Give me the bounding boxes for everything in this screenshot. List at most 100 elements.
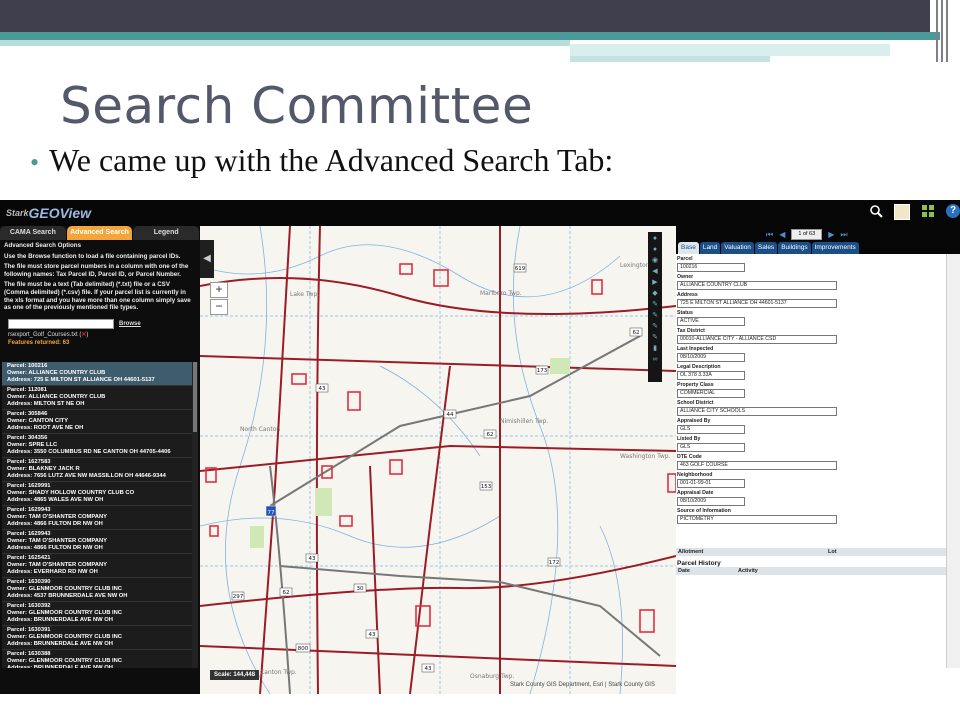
app-header: Stark GEOView ? bbox=[0, 200, 960, 226]
result-row[interactable]: Parcel: 1630388 Owner: GLENMOOR COUNTRY C… bbox=[2, 650, 192, 668]
result-row[interactable]: Parcel: 1629943 Owner: TAM O'SHANTER COMP… bbox=[2, 530, 192, 554]
grid-icon[interactable] bbox=[920, 204, 936, 220]
record-field-value[interactable]: 463 GOLF COURSE bbox=[677, 461, 837, 470]
record-field-value[interactable]: OL 378 3.33A bbox=[677, 371, 745, 380]
result-row[interactable]: Parcel: 304356 Owner: SPRE LLC Address: 35… bbox=[2, 434, 192, 458]
result-owner: Owner: GLENMOOR COUNTRY CLUB INC bbox=[7, 634, 122, 640]
record-field-value[interactable]: GLS bbox=[677, 425, 745, 434]
map-label-north-canton: North Canton bbox=[240, 426, 280, 433]
record-field-label: Status bbox=[677, 310, 693, 316]
route-shield: 619 bbox=[515, 266, 526, 272]
record-field-value[interactable]: 100216 bbox=[677, 263, 745, 272]
logo-prefix: Stark bbox=[6, 208, 29, 218]
zoom-in-button[interactable]: + bbox=[210, 282, 228, 298]
result-row[interactable]: Parcel: 1629943 Owner: TAM O'SHANTER COMP… bbox=[2, 506, 192, 530]
forward-arrow-icon[interactable]: ▶ bbox=[650, 279, 660, 287]
result-owner: Owner: TAM O'SHANTER COMPANY bbox=[7, 514, 108, 520]
last-record-icon[interactable]: ⏭ bbox=[840, 230, 847, 240]
record-field-value[interactable]: ALLIANCE CITY SCHOOLS bbox=[677, 407, 837, 416]
prev-record-icon[interactable]: ◀ bbox=[779, 230, 785, 239]
record-field: Status ACTIVE bbox=[676, 310, 946, 326]
tab-legend[interactable]: Legend bbox=[133, 226, 200, 240]
file-path-input[interactable] bbox=[8, 318, 114, 329]
tab-land[interactable]: Land bbox=[699, 242, 721, 254]
zoom-out-button[interactable]: − bbox=[210, 299, 228, 315]
results-scrollbar[interactable] bbox=[192, 362, 198, 668]
bullet-dot-icon: • bbox=[30, 148, 40, 177]
slide-title: Search Committee bbox=[60, 77, 534, 135]
draw-tool-icon[interactable]: ✎ bbox=[650, 323, 660, 331]
zoom-in-tool-icon[interactable]: ● bbox=[650, 235, 660, 243]
globe-icon[interactable]: ◉ bbox=[650, 257, 660, 265]
result-row[interactable]: Parcel: 1630392 Owner: GLENMOOR COUNTRY C… bbox=[2, 602, 192, 626]
record-scrollbar[interactable] bbox=[946, 254, 960, 668]
print-tool-icon[interactable]: ▮ bbox=[650, 345, 660, 353]
result-address: Address: EVERHARD RD NW OH bbox=[7, 569, 98, 575]
record-field: Appraisal Date 08/10/2009 bbox=[676, 490, 946, 506]
record-field: Tax District 00010-ALLIANCE CITY - ALLIAN… bbox=[676, 328, 946, 344]
image-icon[interactable] bbox=[894, 204, 910, 220]
identify-tool-icon[interactable]: ✎ bbox=[650, 312, 660, 320]
result-row[interactable]: Parcel: 1630391 Owner: GLENMOOR COUNTRY C… bbox=[2, 626, 192, 650]
date-column[interactable]: Date bbox=[678, 568, 738, 574]
instructions-p1: Use the Browse function to load a file c… bbox=[4, 252, 181, 260]
record-pager: ⏮ ◀ 1 of 63 ▶ ⏭ bbox=[766, 229, 848, 240]
link-tool-icon[interactable]: ∞ bbox=[650, 356, 660, 364]
zoom-out-tool-icon[interactable]: ● bbox=[650, 246, 660, 254]
map-scale: Scale: 144,448 bbox=[210, 670, 260, 680]
map-toolbar: ● ● ◉ ◀ ▶ ◆ ✎ ✎ ✎ ✎ ▮ ∞ bbox=[648, 232, 662, 382]
record-field-value[interactable]: 08/10/2009 bbox=[677, 497, 745, 506]
first-record-icon[interactable]: ⏮ bbox=[766, 230, 773, 240]
map-view[interactable]: Marlboro Twp. Lake Twp. Lexington North … bbox=[200, 226, 676, 694]
remove-file-icon[interactable]: ✕ bbox=[81, 332, 86, 338]
results-scrollbar-thumb[interactable] bbox=[193, 362, 197, 432]
parcel-history-title: Parcel History bbox=[677, 560, 721, 567]
browse-row: Browse bbox=[0, 318, 200, 329]
slide-bullet: • We came up with the Advanced Search Tab… bbox=[30, 142, 613, 179]
result-parcel: Parcel: 304356 bbox=[7, 435, 48, 441]
record-field-value[interactable]: ALLIANCE COUNTRY CLUB bbox=[677, 281, 837, 290]
record-field: Address 725 E MILTON ST ALLIANCE OH 44601… bbox=[676, 292, 946, 308]
tab-base[interactable]: Base bbox=[678, 242, 699, 254]
back-arrow-icon[interactable]: ◀ bbox=[650, 268, 660, 276]
result-row[interactable]: Parcel: 1627583 Owner: BLAKNEY JACK R Addr… bbox=[2, 458, 192, 482]
tab-cama-search[interactable]: CAMA Search bbox=[0, 226, 66, 240]
tab-improvements[interactable]: Improvements bbox=[811, 242, 859, 254]
result-address: Address: BRUNNERDALE AVE NW OH bbox=[7, 665, 113, 668]
result-row[interactable]: Parcel: 1629991 Owner: SHADY HOLLOW COUNT… bbox=[2, 482, 192, 506]
collapse-panel-button[interactable]: ◀ bbox=[200, 240, 214, 278]
tab-valuation[interactable]: Valuation bbox=[721, 242, 754, 254]
activity-column[interactable]: Activity bbox=[738, 568, 758, 574]
record-field-value[interactable]: 00010-ALLIANCE CITY - ALLIANCE CSD bbox=[677, 335, 837, 344]
record-field-value[interactable]: COMMERCIAL bbox=[677, 389, 745, 398]
logo-text: GEOView bbox=[28, 205, 92, 221]
tab-advanced-search[interactable]: Advanced Search bbox=[66, 226, 133, 240]
record-field-value[interactable]: GLS bbox=[677, 443, 745, 452]
record-field: Parcel 100216 bbox=[676, 256, 946, 272]
result-row[interactable]: Parcel: 1630390 Owner: GLENMOOR COUNTRY C… bbox=[2, 578, 192, 602]
browse-button[interactable]: Browse bbox=[119, 321, 141, 327]
info-tool-icon[interactable]: ✎ bbox=[650, 334, 660, 342]
result-row[interactable]: Parcel: 100216 Owner: ALLIANCE COUNTRY CL… bbox=[2, 362, 192, 386]
record-field-label: Appraisal Date bbox=[677, 490, 714, 496]
record-field-value[interactable]: 725 E MILTON ST ALLIANCE OH 44601-5137 bbox=[677, 299, 837, 308]
record-field: Listed By GLS bbox=[676, 436, 946, 452]
result-row[interactable]: Parcel: 305846 Owner: CANTON CITY Address:… bbox=[2, 410, 192, 434]
loaded-file-row: rsexport_Golf_Courses.txt (✕) bbox=[8, 331, 89, 338]
record-field-value[interactable]: ACTIVE bbox=[677, 317, 745, 326]
route-shield: 297 bbox=[233, 594, 244, 600]
tab-buildings[interactable]: Buildings bbox=[778, 242, 811, 254]
record-field-value[interactable]: PICTOMETRY bbox=[677, 515, 837, 524]
map-label-canton-twp: Canton Twp. bbox=[260, 669, 297, 676]
record-field-value[interactable]: 08/10/2009 bbox=[677, 353, 745, 362]
tab-sales[interactable]: Sales bbox=[754, 242, 778, 254]
search-icon[interactable] bbox=[868, 204, 884, 220]
measure-tool-icon[interactable]: ✎ bbox=[650, 301, 660, 309]
help-icon[interactable]: ? bbox=[946, 204, 960, 218]
select-tool-icon[interactable]: ◆ bbox=[650, 290, 660, 298]
record-field-value[interactable]: 001-01-99-01 bbox=[677, 479, 745, 488]
result-row[interactable]: Parcel: 112081 Owner: ALLIANCE COUNTRY CL… bbox=[2, 386, 192, 410]
next-record-icon[interactable]: ▶ bbox=[828, 230, 834, 239]
result-parcel: Parcel: 1630390 bbox=[7, 579, 51, 585]
result-row[interactable]: Parcel: 1625421 Owner: TAM O'SHANTER COMP… bbox=[2, 554, 192, 578]
